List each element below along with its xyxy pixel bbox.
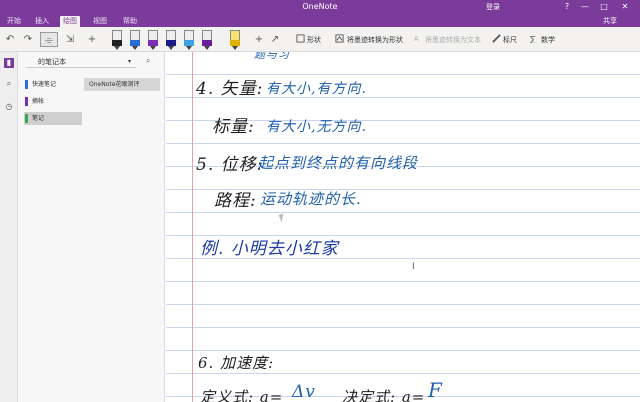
recent-icon[interactable]: ◷: [4, 102, 14, 112]
pen-4-icon[interactable]: [166, 30, 176, 50]
ink-line-top: 题与习: [254, 52, 290, 61]
math-button[interactable]: 数学: [541, 35, 555, 45]
shapes-button[interactable]: 形状: [307, 35, 321, 45]
text-cursor: I: [412, 262, 415, 272]
redo-icon[interactable]: ↷: [22, 32, 34, 47]
notebook-selector[interactable]: 的笔记本 ▾: [26, 56, 136, 68]
mouse-pointer: [278, 213, 287, 223]
tab-view[interactable]: 视图: [90, 16, 110, 27]
add-pen-icon[interactable]: +: [86, 32, 98, 47]
undo-icon[interactable]: ↶: [4, 32, 16, 47]
notebook-panel: 的笔记本 ▾ ⌕ 快速笔记 摘帐 笔记 OneNote花眼测评: [18, 52, 165, 402]
svg-text:∑: ∑: [530, 34, 536, 43]
highlighter-icon[interactable]: [230, 30, 240, 50]
tab-draw[interactable]: 绘图: [60, 16, 80, 27]
ink-vector-label: 4. 矢量:: [196, 79, 264, 99]
ink-scalar-label: 标量:: [212, 117, 255, 137]
section-color-bar: [25, 80, 28, 89]
title-bar: OneNote 登录 ? — □ ✕: [0, 0, 640, 15]
signin-link[interactable]: 登录: [486, 2, 500, 12]
ink-force: F: [428, 378, 443, 402]
chevron-down-icon: ▾: [128, 58, 132, 65]
share-button[interactable]: 共享: [603, 16, 617, 26]
ink-vector-def: 有大小,有方向.: [266, 81, 367, 97]
ink-definition-formula: 定义式: a=: [200, 388, 284, 402]
ink-to-text-icon: A: [414, 34, 419, 43]
window-title: OneNote: [302, 2, 338, 11]
ink-example: 例. 小明去小红家: [200, 239, 339, 259]
tab-home[interactable]: 开始: [4, 16, 24, 27]
lasso-select-icon[interactable]: ⌯: [40, 32, 58, 47]
math-icon: ∑: [530, 34, 536, 43]
ink-distance-def: 运动轨迹的长.: [260, 190, 362, 208]
pen-5-icon[interactable]: [184, 30, 194, 50]
pen-3-icon[interactable]: [148, 30, 158, 50]
ink-replay-icon[interactable]: ↗: [270, 32, 280, 47]
ruler-button[interactable]: 标尺: [503, 35, 517, 45]
section-zhang[interactable]: 摘帐: [24, 95, 82, 108]
search-icon[interactable]: ⌕: [4, 79, 14, 89]
ink-delta-v: Δv: [292, 382, 316, 402]
section-label: 快速笔记: [32, 81, 57, 88]
tab-help[interactable]: 帮助: [120, 16, 140, 27]
page-item[interactable]: OneNote花眼测评: [84, 78, 160, 91]
section-color-bar: [25, 114, 28, 123]
section-notes[interactable]: 笔记: [24, 112, 82, 125]
note-canvas[interactable]: 题与习 4. 矢量: 有大小,有方向. 标量: 有大小,无方向. 5. 位移: …: [166, 52, 640, 402]
menu-bar: 开始 插入 绘图 视图 帮助 共享: [0, 15, 640, 27]
pen-2-icon[interactable]: [130, 30, 140, 50]
section-quick-notes[interactable]: 快速笔记: [24, 78, 82, 91]
section-label: 摘帐: [32, 98, 45, 105]
ink-to-text-button[interactable]: 将墨迹转换为文本: [425, 35, 481, 45]
pen-6-icon[interactable]: [202, 30, 212, 50]
maximize-button[interactable]: □: [597, 1, 611, 13]
margin-line: [192, 52, 193, 402]
ink-scalar-def: 有大小,无方向.: [266, 119, 367, 135]
tab-insert[interactable]: 插入: [32, 16, 52, 27]
minimize-button[interactable]: —: [578, 1, 592, 13]
space-tool-icon[interactable]: ⇲: [64, 32, 76, 47]
search-pages-icon[interactable]: ⌕: [146, 56, 150, 66]
left-nav: ▮ ⌕ ◷: [0, 52, 18, 402]
shapes-icon: [296, 34, 305, 43]
ink-displacement-def: 起点到终点的有向线段: [258, 154, 419, 172]
help-icon[interactable]: ?: [560, 1, 574, 13]
ink-displacement-label: 5. 位移:: [196, 155, 264, 175]
section-color-bar: [25, 97, 28, 106]
svg-text:A: A: [414, 34, 419, 43]
ink-distance-label: 路程:: [214, 191, 257, 211]
ink-to-shape-icon: [335, 34, 344, 43]
ruler-icon: [492, 34, 501, 43]
ink-to-shape-button[interactable]: 将墨迹转换为形状: [347, 35, 403, 45]
add-tool-icon[interactable]: +: [254, 32, 264, 47]
notebooks-icon[interactable]: ▮: [4, 58, 14, 68]
close-button[interactable]: ✕: [618, 1, 632, 13]
section-label: 笔记: [32, 115, 45, 122]
ink-acceleration-label: 6. 加速度:: [198, 354, 275, 372]
notebook-name: 的笔记本: [38, 58, 66, 66]
pen-1-icon[interactable]: [112, 30, 122, 50]
ink-determining-formula: 决定式: a=: [342, 388, 426, 402]
draw-ribbon: ↶ ↷ ⌯ ⇲ + + ↗ 形状 将墨迹转换为形状 A 将墨迹转换为文本 标尺 …: [0, 27, 640, 52]
